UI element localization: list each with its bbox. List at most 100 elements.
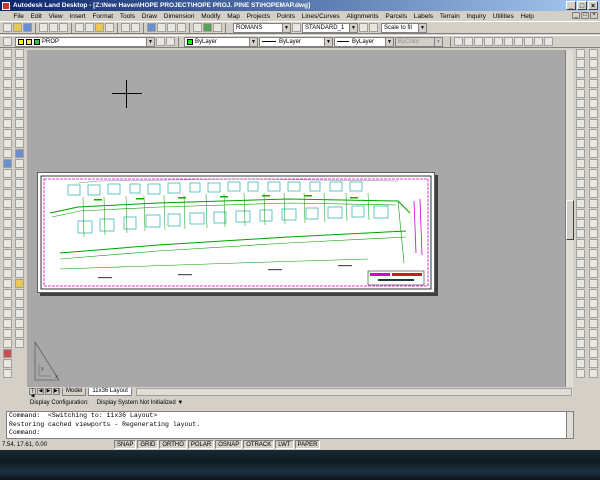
locate-point-icon[interactable] — [14, 279, 24, 288]
text-style-select[interactable]: ROMANS ▼ — [233, 22, 291, 33]
polyline-icon[interactable] — [2, 69, 12, 78]
zoom-object-icon[interactable] — [534, 37, 543, 46]
menu-view[interactable]: View — [45, 13, 66, 20]
tool-palettes-icon[interactable] — [213, 23, 222, 32]
snap-quadrant-icon[interactable] — [14, 89, 24, 98]
construction-line-icon[interactable] — [2, 59, 12, 68]
erase-icon[interactable] — [2, 239, 12, 248]
rotate-icon[interactable] — [2, 299, 12, 308]
coordinate-readout[interactable]: 7.54, 17.61, 0.00 — [2, 442, 114, 448]
join-icon[interactable] — [14, 299, 24, 308]
zoom-scale-icon[interactable] — [474, 37, 483, 46]
tool-q-icon[interactable] — [575, 209, 585, 218]
print-preview-icon[interactable] — [49, 23, 58, 32]
save-icon[interactable] — [23, 23, 32, 32]
move-icon[interactable] — [2, 289, 12, 298]
mtext-icon[interactable] — [2, 229, 12, 238]
snap-endpoint-icon[interactable] — [14, 49, 24, 58]
print-icon[interactable] — [39, 23, 48, 32]
lwt-toggle[interactable]: LWT — [275, 440, 294, 449]
undo-icon[interactable] — [121, 23, 130, 32]
revcloud-icon[interactable] — [2, 119, 12, 128]
command-window[interactable]: Command: <Switching to: 11x36 Layout> Re… — [6, 411, 572, 439]
publish-icon[interactable] — [59, 23, 68, 32]
tool-f-icon[interactable] — [575, 99, 585, 108]
tool-bp-icon[interactable] — [588, 199, 598, 208]
menu-file[interactable]: File — [10, 13, 27, 20]
tool-bn-icon[interactable] — [588, 179, 598, 188]
app-icon[interactable] — [2, 1, 10, 10]
tool-bw-icon[interactable] — [588, 269, 598, 278]
menu-draw[interactable]: Draw — [138, 13, 160, 20]
tool-i-icon[interactable] — [575, 129, 585, 138]
stretch-icon[interactable] — [2, 319, 12, 328]
table-icon[interactable] — [2, 219, 12, 228]
chamfer-icon[interactable] — [2, 359, 12, 368]
tool-cf-icon[interactable] — [588, 359, 598, 368]
distance-icon[interactable] — [14, 249, 24, 258]
area-icon[interactable] — [14, 259, 24, 268]
paste-icon[interactable] — [95, 23, 104, 32]
horizontal-scrollbar[interactable] — [135, 387, 572, 396]
tool-o-icon[interactable] — [575, 189, 585, 198]
redo-icon[interactable] — [131, 23, 140, 32]
tool-w-icon[interactable] — [575, 269, 585, 278]
layer-states-icon[interactable] — [369, 23, 378, 32]
tool-p-icon[interactable] — [575, 199, 585, 208]
cut-icon[interactable] — [75, 23, 84, 32]
tool-g-icon[interactable] — [575, 109, 585, 118]
menu-utilities[interactable]: Utilities — [489, 13, 517, 20]
zoom-in-icon[interactable] — [494, 37, 503, 46]
tool-br-icon[interactable] — [588, 219, 598, 228]
pan-icon[interactable] — [147, 23, 156, 32]
tool-bz-icon[interactable] — [588, 299, 598, 308]
menu-format[interactable]: Format — [89, 13, 116, 20]
tool-bk-icon[interactable] — [588, 149, 598, 158]
menu-points[interactable]: Points — [274, 13, 299, 20]
tool-bt-icon[interactable] — [588, 239, 598, 248]
tool-aa-icon[interactable] — [575, 309, 585, 318]
tool-bq-icon[interactable] — [588, 209, 598, 218]
menu-modify[interactable]: Modify — [198, 13, 224, 20]
make-current-icon[interactable] — [156, 37, 165, 46]
close-button[interactable]: × — [588, 1, 598, 10]
first-tab-button[interactable]: |◀ — [29, 388, 36, 399]
tool-ca-icon[interactable] — [588, 309, 598, 318]
menu-edit[interactable]: Edit — [27, 13, 45, 20]
tool-bu-icon[interactable] — [588, 249, 598, 258]
tool-ad-icon[interactable] — [575, 339, 585, 348]
tool-bm-icon[interactable] — [588, 169, 598, 178]
command-scrollbar[interactable] — [566, 411, 574, 439]
color-select[interactable]: ByLayer ▼ — [184, 36, 258, 47]
fillet-icon[interactable] — [2, 369, 12, 378]
command-prompt[interactable]: Command: — [9, 429, 571, 438]
tool-ab-icon[interactable] — [575, 319, 585, 328]
tool-h-icon[interactable] — [575, 119, 585, 128]
tool-ac-icon[interactable] — [575, 329, 585, 338]
break-icon[interactable] — [2, 349, 12, 358]
tool-a-icon[interactable] — [575, 49, 585, 58]
lineweight-select[interactable]: ByLayer ▼ — [334, 36, 394, 47]
tool-bd-icon[interactable] — [588, 79, 598, 88]
tool-y-icon[interactable] — [575, 289, 585, 298]
gradient-icon[interactable] — [2, 199, 12, 208]
polygon-icon[interactable] — [2, 79, 12, 88]
open-icon[interactable] — [13, 23, 22, 32]
tool-r-icon[interactable] — [575, 219, 585, 228]
grid-toggle[interactable]: GRID — [137, 440, 159, 449]
tool-bg-icon[interactable] — [588, 109, 598, 118]
properties-icon[interactable] — [193, 23, 202, 32]
tool-x-icon[interactable] — [575, 279, 585, 288]
menu-tools[interactable]: Tools — [116, 13, 138, 20]
snap-none-icon[interactable] — [14, 139, 24, 148]
ortho-toggle[interactable]: ORTHO — [159, 440, 187, 449]
dim-style-2-icon[interactable] — [14, 239, 24, 248]
tool-v-icon[interactable] — [575, 259, 585, 268]
otrack-toggle[interactable]: OTRACK — [243, 440, 275, 449]
point-icon[interactable] — [2, 179, 12, 188]
help-icon[interactable] — [359, 23, 368, 32]
design-center-icon[interactable] — [203, 23, 212, 32]
tool-n-icon[interactable] — [575, 179, 585, 188]
leader-icon[interactable] — [14, 199, 24, 208]
zoom-previous-icon[interactable] — [177, 23, 186, 32]
